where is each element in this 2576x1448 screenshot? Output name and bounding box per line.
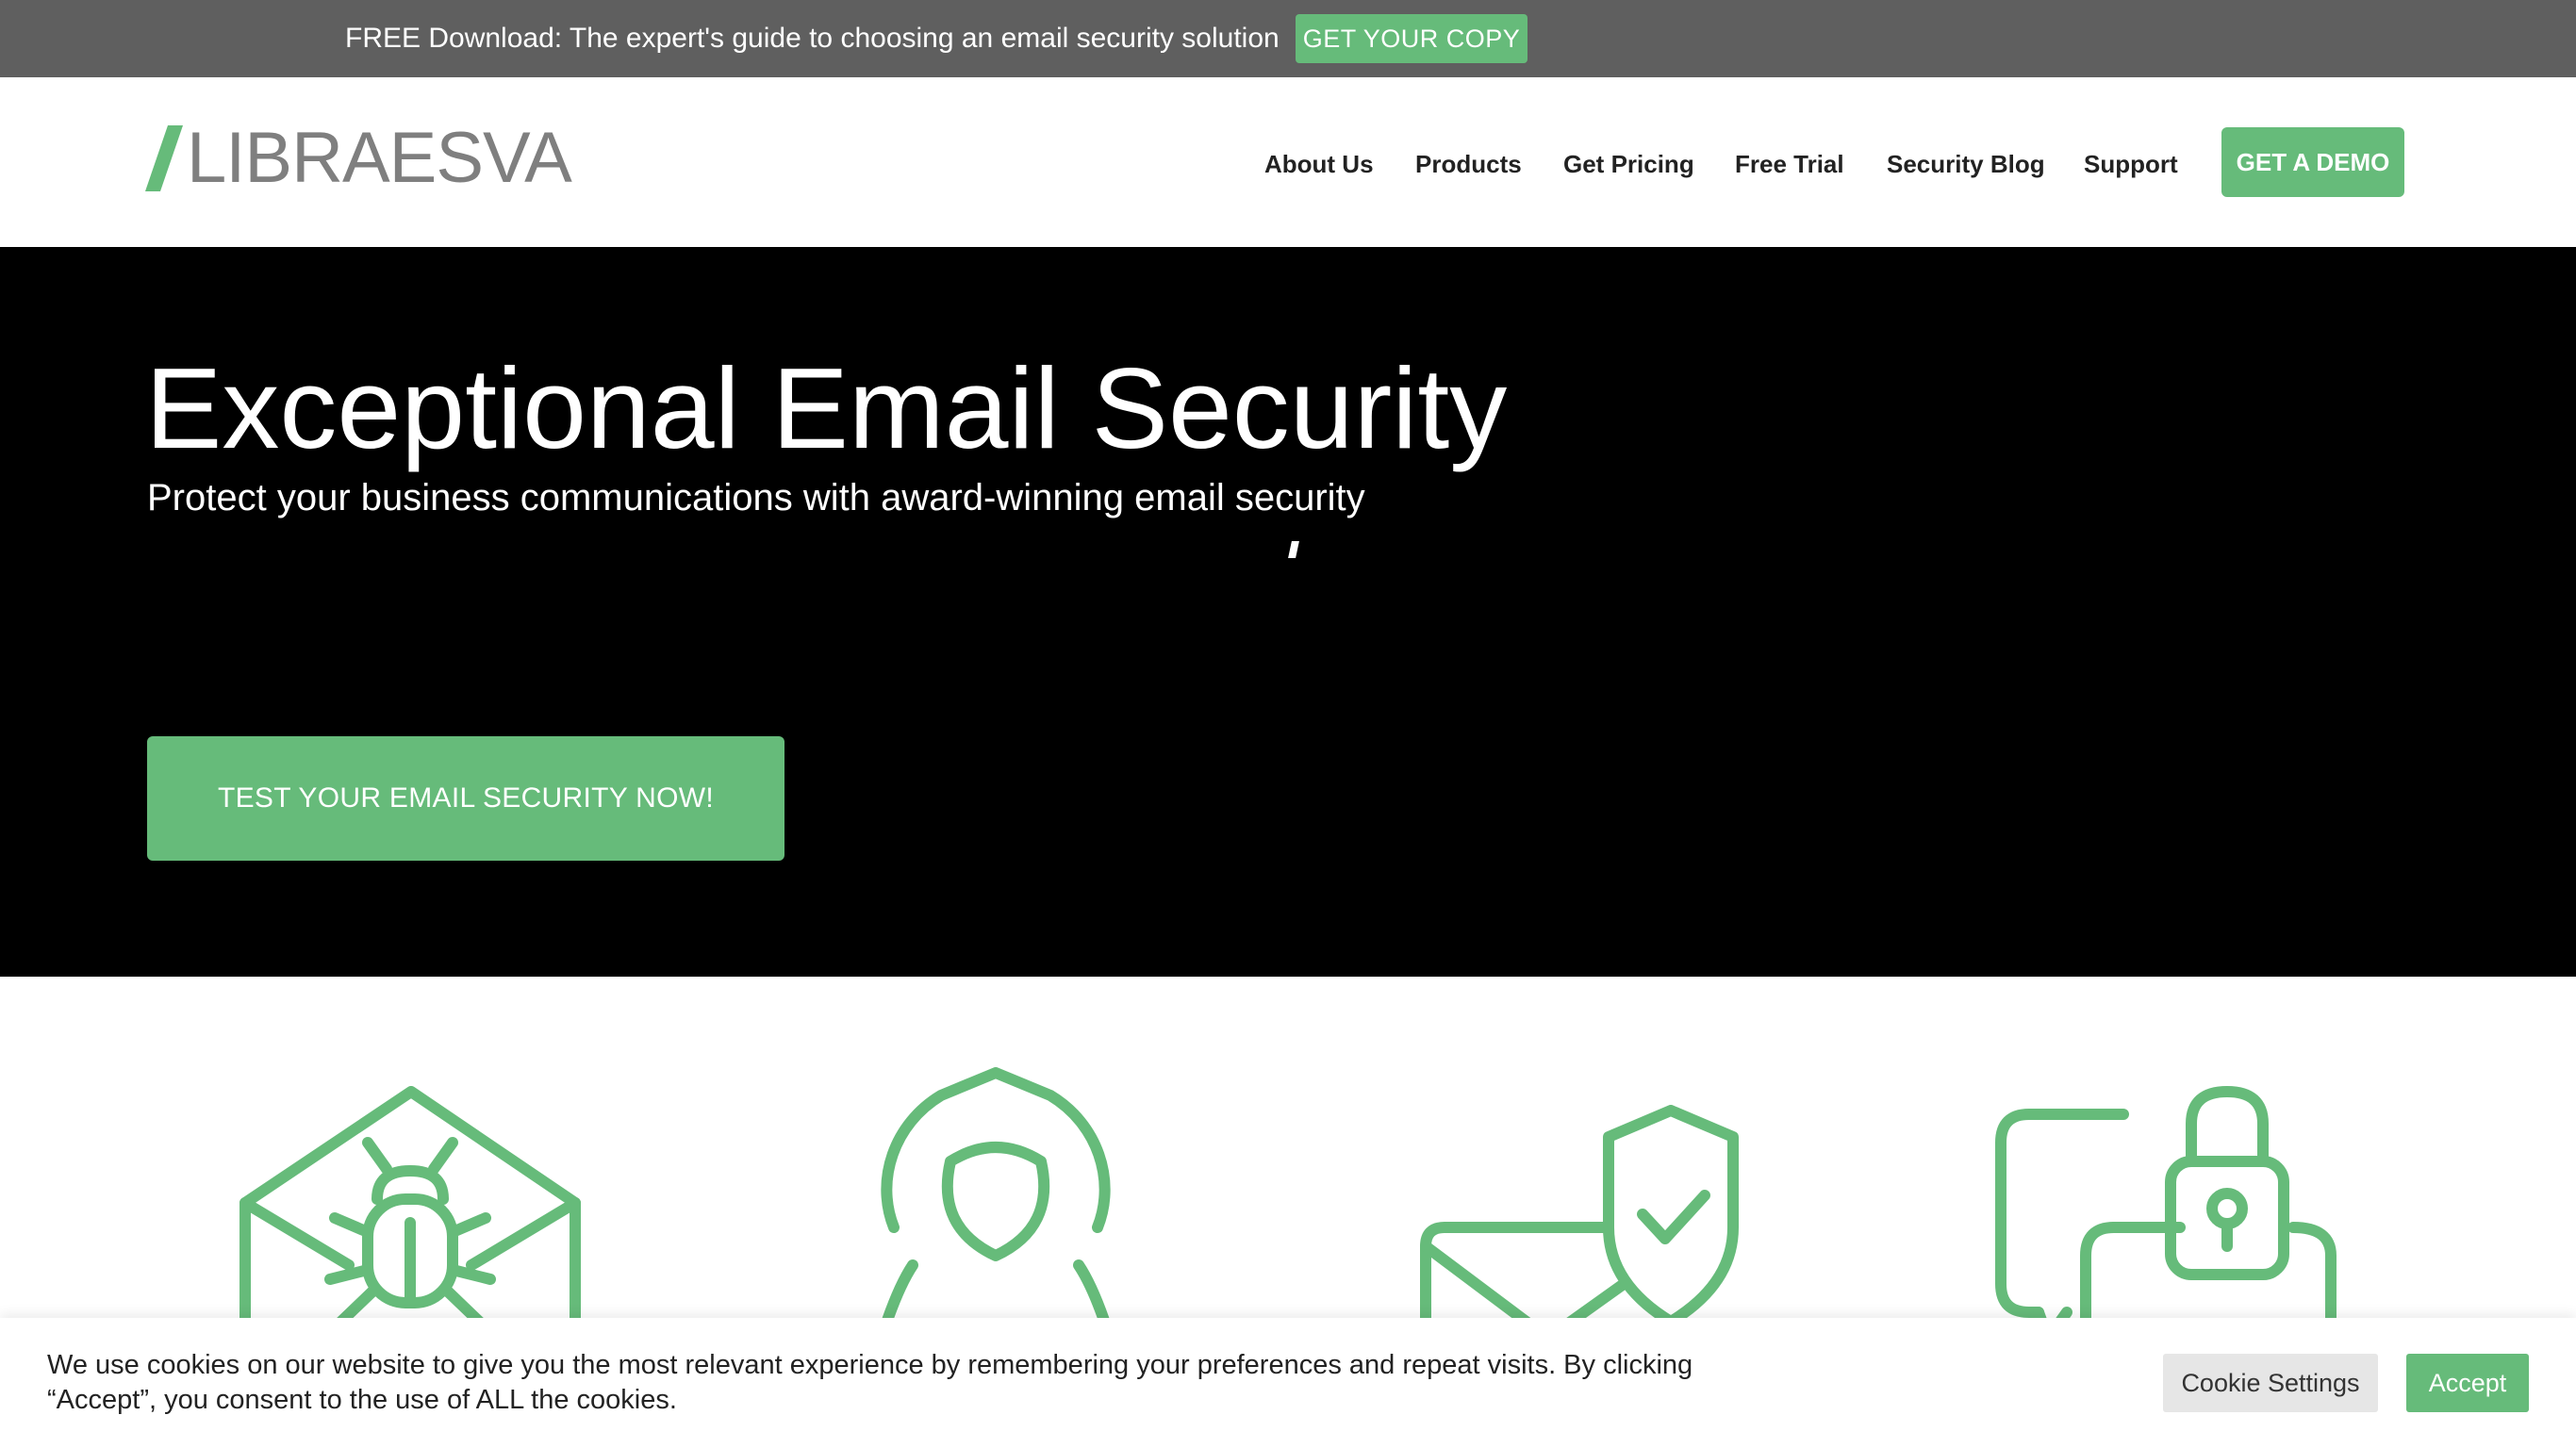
announcement-bar: FREE Download: The expert's guide to cho…	[0, 0, 2576, 77]
get-your-copy-button[interactable]: GET YOUR COPY	[1296, 14, 1527, 63]
hero-section: Exceptional Email Security Protect your …	[0, 247, 2576, 977]
nav-about-us[interactable]: About Us	[1264, 145, 1374, 183]
nav-free-trial[interactable]: Free Trial	[1735, 145, 1844, 183]
cookie-banner: We use cookies on our website to give yo…	[0, 1318, 2576, 1448]
hero-subtitle: Protect your business communications wit…	[147, 477, 1365, 518]
logo[interactable]: LIBRAESVA	[145, 118, 572, 198]
hero-title: Exceptional Email Security	[145, 344, 1508, 472]
hooded-hacker-icon	[869, 1067, 1122, 1359]
cookie-text: We use cookies on our website to give yo…	[47, 1350, 1693, 1415]
get-a-demo-button[interactable]: GET A DEMO	[2221, 127, 2404, 197]
site-header: LIBRAESVA About Us Products Get Pricing …	[0, 77, 2576, 247]
test-email-security-button[interactable]: TEST YOUR EMAIL SECURITY NOW!	[147, 736, 784, 861]
nav-support[interactable]: Support	[2084, 145, 2178, 183]
cookie-accept-button[interactable]: Accept	[2406, 1354, 2529, 1412]
logo-slash-icon	[145, 125, 183, 191]
nav-get-pricing[interactable]: Get Pricing	[1563, 145, 1694, 183]
logo-text: LIBRAESVA	[187, 118, 572, 198]
nav-security-blog[interactable]: Security Blog	[1887, 145, 2045, 183]
typing-cursor	[1288, 541, 1299, 558]
nav-products[interactable]: Products	[1415, 145, 1522, 183]
announcement-text: FREE Download: The expert's guide to cho…	[345, 23, 1280, 54]
cookie-settings-button[interactable]: Cookie Settings	[2163, 1354, 2378, 1412]
